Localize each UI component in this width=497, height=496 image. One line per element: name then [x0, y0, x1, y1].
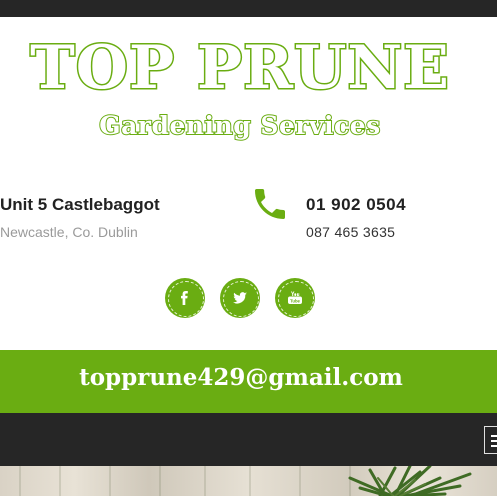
svg-text:Tube: Tube	[290, 298, 300, 303]
youtube-icon: Tube	[288, 291, 302, 304]
twitter-icon	[233, 292, 247, 304]
hero-image	[0, 466, 497, 496]
email-banner: topprune429@gmail.com	[0, 350, 497, 413]
phone-number-main[interactable]: 01 902 0504	[306, 195, 406, 215]
address-line-1: Unit 5 Castlebaggot	[0, 195, 160, 214]
navigation-bar	[0, 413, 497, 466]
logo-subtitle: Gardening Services	[98, 110, 381, 141]
site-logo[interactable]: TOP PRUNE Gardening Services	[0, 30, 497, 155]
top-bar	[0, 0, 497, 17]
address-line-2: Newcastle, Co. Dublin	[0, 224, 138, 240]
phone-number-mobile[interactable]: 087 465 3635	[306, 224, 395, 240]
facebook-icon	[181, 291, 188, 305]
email-address[interactable]: topprune429@gmail.com	[0, 364, 482, 391]
twitter-button[interactable]	[220, 278, 260, 318]
hamburger-menu-icon[interactable]	[484, 426, 497, 454]
phone-icon	[250, 184, 290, 224]
logo-title: TOP PRUNE	[29, 32, 451, 105]
youtube-button[interactable]: Tube	[275, 278, 315, 318]
facebook-button[interactable]	[165, 278, 205, 318]
